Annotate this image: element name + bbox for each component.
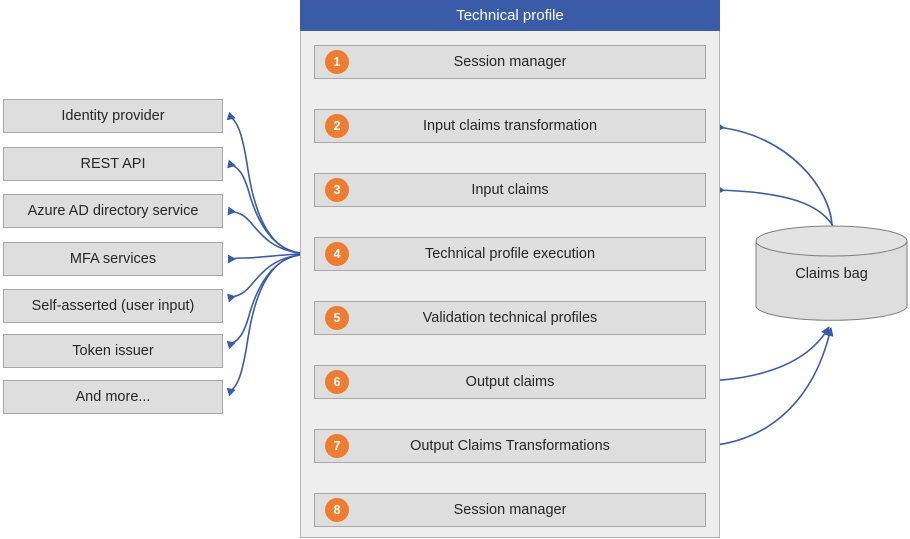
- diagram-canvas: Technical profile 1 Session manager 2 In…: [0, 0, 910, 539]
- step-label: Validation technical profiles: [422, 310, 598, 326]
- step-label: Input claims transformation: [422, 118, 598, 134]
- source-fan-arrows: [226, 111, 301, 397]
- claims-bag-cylinder[interactable]: [755, 225, 908, 323]
- step-box-3[interactable]: 3 Input claims: [314, 173, 706, 207]
- step-label: Input claims: [471, 182, 549, 198]
- step-number-badge: 8: [325, 498, 349, 522]
- source-box-token-issuer[interactable]: Token issuer: [3, 334, 223, 368]
- step-number-badge: 2: [325, 114, 349, 138]
- step-box-6[interactable]: 6 Output claims: [314, 365, 706, 399]
- step-number-badge: 7: [325, 434, 349, 458]
- claimsbag-write-arrows: [706, 326, 834, 447]
- step-label: Output claims: [465, 374, 555, 390]
- step-number-badge: 3: [325, 178, 349, 202]
- source-box-identity-provider[interactable]: Identity provider: [3, 99, 223, 133]
- source-box-azure-ad-directory-service[interactable]: Azure AD directory service: [3, 194, 223, 228]
- source-box-self-asserted[interactable]: Self-asserted (user input): [3, 289, 223, 323]
- source-box-and-more[interactable]: And more...: [3, 380, 223, 414]
- step-box-7[interactable]: 7 Output Claims Transformations: [314, 429, 706, 463]
- step-label: Technical profile execution: [424, 246, 596, 262]
- step-label: Session manager: [453, 502, 567, 518]
- step-label: Output Claims Transformations: [410, 438, 610, 454]
- source-box-mfa-services[interactable]: MFA services: [3, 242, 223, 276]
- step-box-1[interactable]: 1 Session manager: [314, 45, 706, 79]
- step-box-5[interactable]: 5 Validation technical profiles: [314, 301, 706, 335]
- step-number-badge: 4: [325, 242, 349, 266]
- step-box-2[interactable]: 2 Input claims transformation: [314, 109, 706, 143]
- step-box-8[interactable]: 8 Session manager: [314, 493, 706, 527]
- source-box-rest-api[interactable]: REST API: [3, 147, 223, 181]
- step-label: Session manager: [453, 54, 567, 70]
- step-box-4[interactable]: 4 Technical profile execution: [314, 237, 706, 271]
- step-number-badge: 5: [325, 306, 349, 330]
- panel-title: Technical profile: [300, 0, 720, 31]
- claimsbag-read-arrows: [716, 122, 834, 227]
- step-number-badge: 6: [325, 370, 349, 394]
- step-number-badge: 1: [325, 50, 349, 74]
